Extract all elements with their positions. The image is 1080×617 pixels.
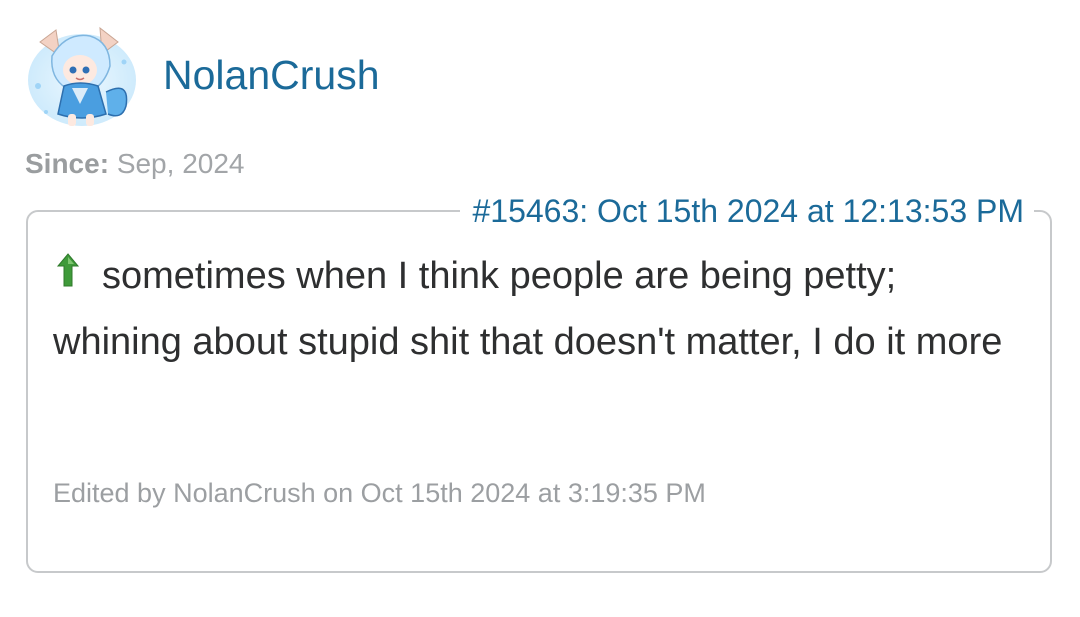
member-since-label: Since: xyxy=(25,148,110,179)
user-avatar[interactable] xyxy=(26,22,138,130)
post-container: #15463: Oct 15th 2024 at 12:13:53 PM som… xyxy=(26,192,1052,573)
green-up-arrow-icon xyxy=(56,245,80,287)
username-link[interactable]: NolanCrush xyxy=(163,50,380,100)
post-body: sometimes when I think people are being … xyxy=(53,243,1033,375)
forum-post-page: NolanCrush Since: Sep, 2024 #15463: Oct … xyxy=(0,0,1080,617)
post-number-link[interactable]: #15463: Oct 15th 2024 at 12:13:53 PM xyxy=(460,192,1034,230)
post-body-text: sometimes when I think people are being … xyxy=(53,255,1003,363)
edited-note: Edited by NolanCrush on Oct 15th 2024 at… xyxy=(53,478,706,508)
member-since: Since: Sep, 2024 xyxy=(25,146,244,182)
anime-character-avatar-icon xyxy=(26,22,138,130)
member-since-value: Sep, 2024 xyxy=(116,148,245,179)
